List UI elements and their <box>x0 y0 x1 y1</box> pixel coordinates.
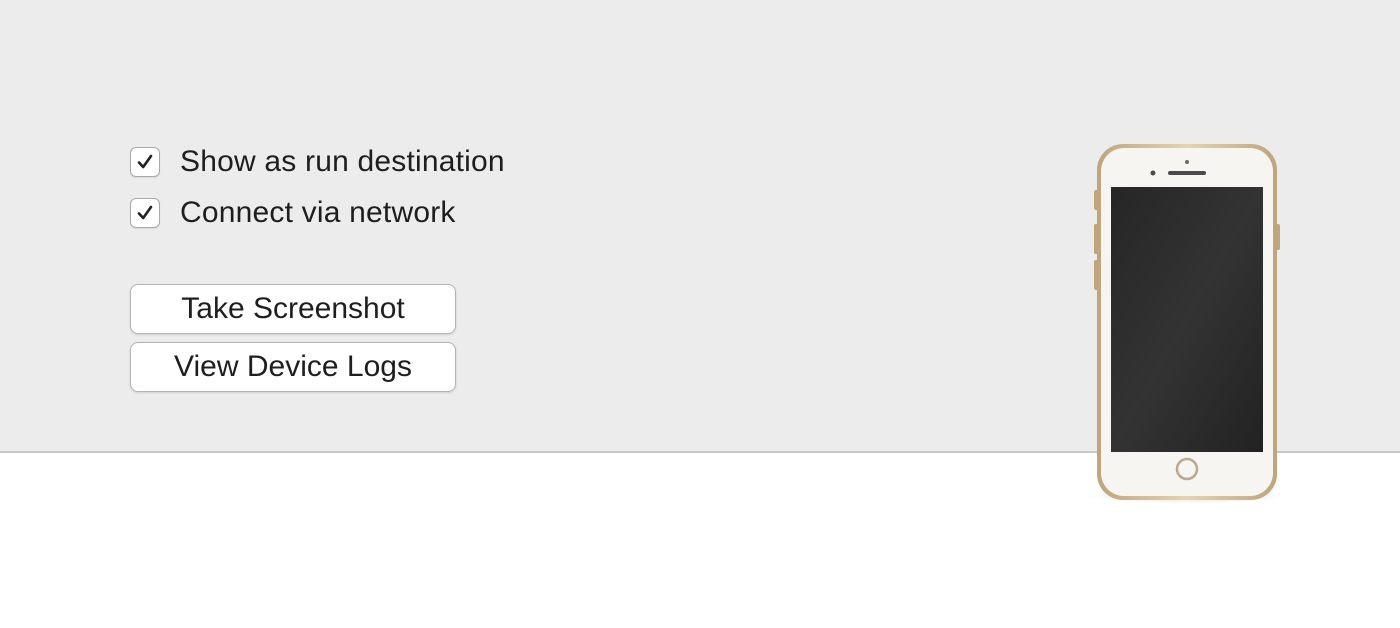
show-as-run-destination-checkbox[interactable] <box>130 147 160 177</box>
connect-via-network-checkbox[interactable] <box>130 198 160 228</box>
view-device-logs-button[interactable]: View Device Logs <box>130 342 456 392</box>
iphone-device-icon <box>1080 140 1290 512</box>
checkmark-icon <box>137 205 153 220</box>
checkmark-icon <box>137 154 153 169</box>
connect-via-network-label[interactable]: Connect via network <box>180 196 456 230</box>
connect-via-network-option[interactable]: Connect via network <box>130 195 456 231</box>
take-screenshot-button[interactable]: Take Screenshot <box>130 284 456 334</box>
show-as-run-destination-label[interactable]: Show as run destination <box>180 145 505 179</box>
show-as-run-destination-option[interactable]: Show as run destination <box>130 144 505 180</box>
